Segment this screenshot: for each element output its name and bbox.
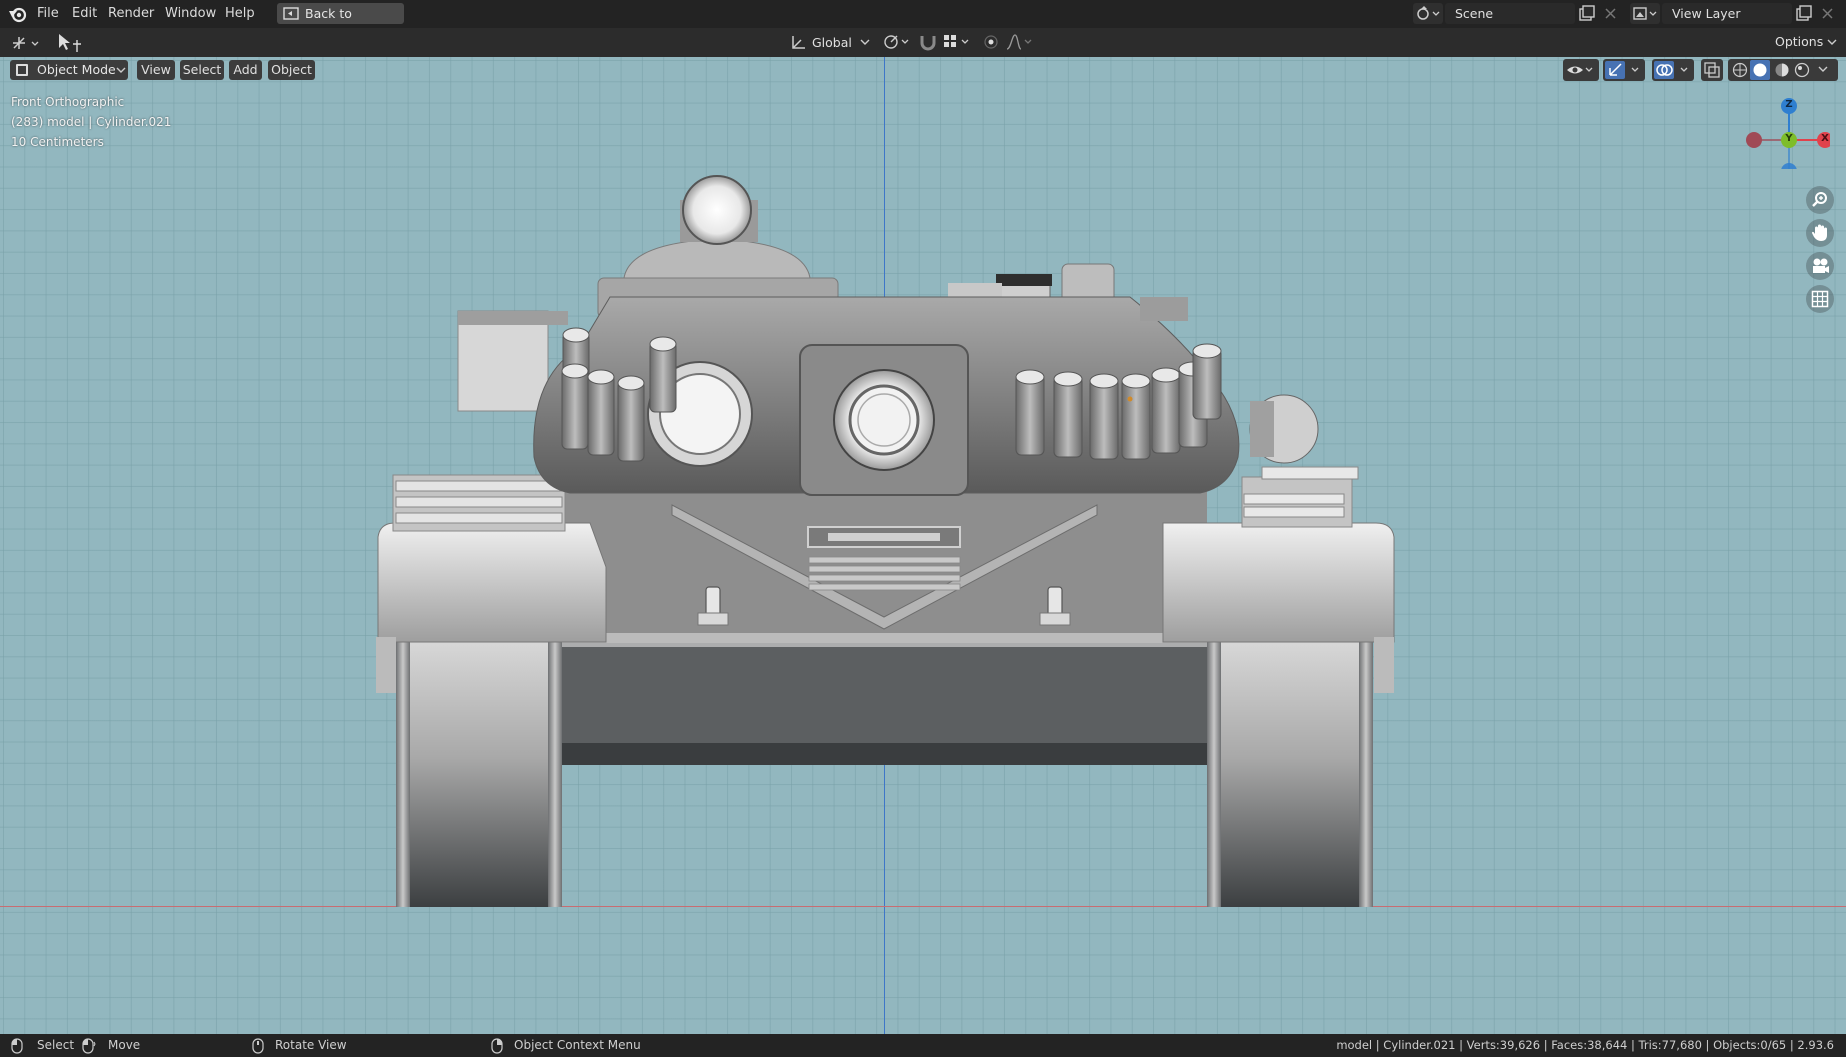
gizmo-z-label: Z (1785, 99, 1793, 110)
menu-edit[interactable]: Edit (72, 0, 97, 28)
tank-model[interactable] (0, 57, 1846, 1034)
menu-file[interactable]: File (37, 0, 59, 28)
select-menu[interactable]: Select (180, 60, 224, 80)
view-menu[interactable]: View (137, 60, 175, 80)
gizmo-x-label: X (1821, 133, 1829, 144)
transform-orientation-dropdown[interactable]: Global (812, 28, 852, 57)
navigation-gizmo[interactable] (1740, 79, 1830, 169)
mouse-left-icon (11, 1038, 23, 1054)
chevron-down-icon (1818, 66, 1828, 72)
scene-browse-button[interactable] (1413, 3, 1443, 24)
scene-icon (1417, 6, 1440, 20)
chevron-down-icon (116, 67, 126, 73)
mouse-middle-icon (252, 1038, 264, 1054)
scene-name-field[interactable]: Scene (1445, 3, 1575, 24)
remove-scene-icon[interactable] (1604, 7, 1617, 20)
zoom-button[interactable] (1806, 186, 1834, 214)
material-shading-icon[interactable] (1774, 62, 1790, 78)
menu-window[interactable]: Window (165, 0, 216, 28)
status-rotate-view: Rotate View (275, 1038, 347, 1052)
object-menu[interactable]: Object (268, 60, 315, 80)
top-menu-bar: File Edit Render Window Help Back to Pre… (0, 0, 1846, 42)
view-layer-browse-button[interactable] (1630, 3, 1660, 24)
neg-x-axis-handle (1746, 132, 1762, 148)
transform-orientation-icon (792, 36, 805, 49)
status-context-menu: Object Context Menu (514, 1038, 641, 1052)
view-layer-icon (1633, 7, 1657, 20)
solid-shading-icon[interactable] (1752, 62, 1768, 78)
zoom-icon (1812, 192, 1827, 207)
options-dropdown[interactable]: Options (1765, 32, 1839, 52)
3d-viewport[interactable]: Front Orthographic (283) model | Cylinde… (0, 57, 1846, 1034)
mouse-drag-icon (82, 1038, 96, 1054)
blender-logo-icon[interactable] (8, 5, 28, 23)
menu-help[interactable]: Help (225, 0, 255, 28)
perspective-toggle-button[interactable] (1806, 285, 1834, 313)
grid-scale-label: 10 Centimeters (11, 135, 104, 149)
object-mode-icon (16, 64, 28, 76)
wireframe-shading-icon[interactable] (1732, 62, 1748, 78)
snap-increment-icon[interactable] (942, 33, 972, 51)
add-menu[interactable]: Add (229, 60, 262, 80)
shading-mode-group (1728, 59, 1838, 81)
snap-magnet-icon[interactable] (918, 33, 938, 51)
xray-toggle[interactable] (1701, 59, 1723, 81)
gizmo-y-label: Y (1785, 133, 1793, 144)
pivot-point-icon[interactable] (882, 33, 912, 51)
scene-statistics: model | Cylinder.021 | Verts:39,626 | Fa… (1336, 1038, 1834, 1052)
object-mode-label: Object Mode (37, 62, 116, 77)
gizmo-icon (1609, 63, 1639, 76)
back-to-previous-button[interactable]: Back to Previous (277, 3, 404, 42)
scene-name: Scene (1455, 6, 1494, 21)
grid-icon (1811, 290, 1829, 308)
gizmo-toggle[interactable] (1603, 59, 1645, 81)
chevron-down-icon (860, 39, 870, 45)
camera-icon (1813, 258, 1829, 273)
options-label: Options (1775, 34, 1824, 49)
status-bar: Select Move Rotate View Object Context M… (0, 1034, 1846, 1057)
proportional-falloff-icon[interactable] (1005, 33, 1035, 51)
hand-icon (1812, 224, 1827, 241)
object-mode-dropdown[interactable]: Object Mode (10, 60, 128, 80)
view-layer-name-field[interactable]: View Layer (1662, 3, 1792, 24)
status-move: Move (108, 1038, 141, 1052)
xray-icon (1704, 62, 1720, 78)
status-select: Select (37, 1038, 75, 1052)
remove-view-layer-icon[interactable] (1821, 7, 1834, 20)
menu-render[interactable]: Render (108, 0, 154, 28)
eye-icon (1567, 66, 1593, 74)
object-info-label: (283) model | Cylinder.021 (11, 115, 172, 129)
tool-settings-header: Global Options (0, 28, 1846, 57)
proportional-editing-icon[interactable] (982, 33, 1000, 51)
new-view-layer-icon[interactable] (1795, 5, 1813, 22)
chevron-down-icon (1827, 39, 1837, 45)
view-name-label: Front Orthographic (11, 95, 125, 109)
overlays-toggle[interactable] (1652, 59, 1694, 81)
mouse-right-icon (491, 1038, 503, 1054)
new-scene-icon[interactable] (1578, 5, 1596, 22)
rendered-shading-icon[interactable] (1794, 62, 1810, 78)
visibility-dropdown[interactable] (1563, 59, 1599, 81)
neg-z-axis-handle (1781, 163, 1797, 169)
overlays-icon (1656, 64, 1688, 76)
editor-type-icon[interactable] (10, 34, 42, 52)
back-screen-icon (283, 7, 299, 20)
pan-button[interactable] (1806, 219, 1834, 247)
view-layer-name: View Layer (1672, 6, 1741, 21)
camera-view-button[interactable] (1806, 252, 1834, 280)
select-tool-icon[interactable] (57, 32, 81, 54)
